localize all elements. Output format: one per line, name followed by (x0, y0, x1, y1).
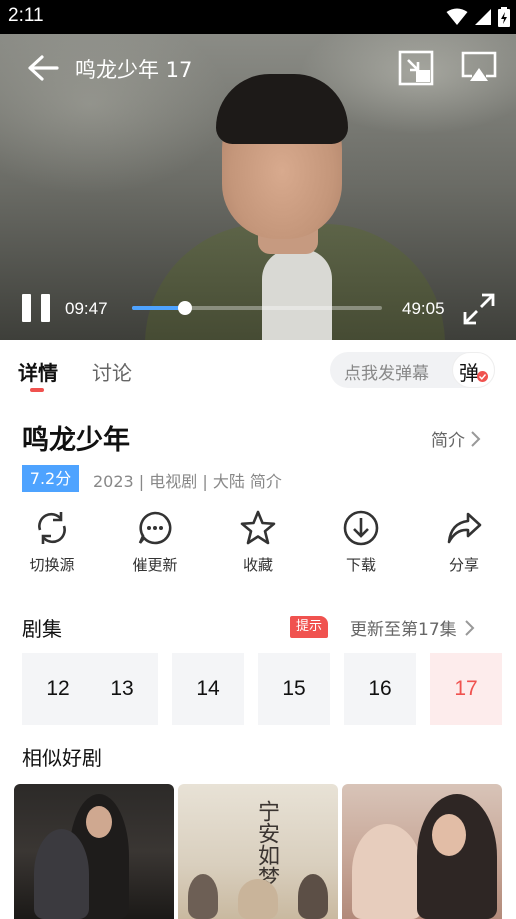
similar-poster[interactable] (342, 784, 502, 919)
poster-art (34, 829, 89, 919)
episode-item[interactable]: 14 (172, 653, 244, 725)
poster-title-art: 宁安如梦 (254, 800, 279, 888)
poster-art (352, 824, 422, 919)
tab-active-indicator (30, 388, 44, 392)
action-bar: 切换源 催更新 收藏 下载 分享 (0, 508, 516, 578)
video-player[interactable]: 鸣龙少年 17 09:47 49:05 (0, 34, 516, 340)
download-button[interactable]: 下载 (321, 508, 401, 578)
action-label: 下载 (345, 556, 376, 574)
pause-icon-bar (41, 294, 50, 322)
status-bar: 2:11 (0, 0, 516, 34)
poster-art (188, 874, 218, 919)
chevron-right-icon (464, 619, 475, 636)
episode-list: 12 13 14 15 16 17 (22, 653, 516, 725)
fullscreen-button[interactable] (462, 292, 496, 326)
status-time: 2:11 (8, 5, 44, 26)
download-icon (343, 510, 379, 546)
favorite-button[interactable]: 收藏 (218, 508, 298, 578)
update-status: 更新至第17集 (350, 620, 457, 640)
video-title: 鸣龙少年 17 (75, 58, 193, 82)
battery-icon (498, 7, 510, 27)
pause-button[interactable] (20, 292, 52, 324)
action-label: 分享 (448, 556, 479, 574)
score-badge: 7.2分 (22, 465, 79, 492)
cast-icon (461, 51, 497, 81)
episode-item[interactable]: 15 (258, 653, 330, 725)
episode-item-current[interactable]: 17 (430, 653, 502, 725)
chevron-right-icon (471, 430, 481, 447)
tab-discussion[interactable]: 讨论 (92, 357, 132, 386)
pip-button[interactable] (398, 50, 434, 86)
request-update-button[interactable]: 催更新 (115, 508, 195, 578)
progress-handle[interactable] (177, 301, 192, 315)
total-time: 49:05 (402, 299, 445, 318)
chat-icon (138, 511, 172, 545)
similar-poster[interactable] (14, 784, 174, 919)
wifi-icon (446, 8, 468, 25)
danmaku-toggle-button[interactable]: 弹 (452, 352, 495, 388)
arrow-left-icon (28, 55, 59, 81)
show-title: 鸣龙少年 (22, 425, 130, 456)
danmaku-placeholder: 点我发弹幕 (344, 364, 429, 384)
danmaku-input[interactable]: 点我发弹幕 弹 (330, 352, 495, 388)
hint-badge: 提示 (290, 616, 328, 638)
show-meta: 2023 | 电视剧 | 大陆 简介 (93, 472, 282, 491)
poster-art (238, 879, 278, 919)
current-time: 09:47 (65, 299, 108, 318)
check-icon (477, 371, 488, 382)
poster-art (417, 794, 497, 919)
tab-details[interactable]: 详情 (18, 357, 58, 386)
poster-art (86, 806, 112, 838)
video-figure-shirt (262, 249, 332, 340)
refresh-icon (38, 512, 66, 544)
share-button[interactable]: 分享 (424, 508, 504, 578)
similar-poster[interactable]: 宁安如梦 (178, 784, 338, 919)
poster-art (432, 814, 466, 856)
fullscreen-icon (463, 293, 495, 325)
episode-item[interactable]: 16 (344, 653, 416, 725)
signal-icon (475, 9, 491, 25)
status-icons (446, 7, 510, 27)
action-label: 收藏 (242, 556, 273, 574)
episode-item[interactable]: 12 (22, 653, 94, 725)
pause-icon (22, 294, 31, 322)
picture-in-picture-icon (398, 50, 434, 86)
intro-label: 简介 (431, 431, 465, 451)
intro-link[interactable]: 简介 (431, 426, 481, 451)
danmaku-button-label: 弹 (459, 361, 479, 385)
similar-heading: 相似好剧 (22, 746, 102, 770)
share-icon (447, 512, 482, 544)
star-icon (240, 510, 276, 545)
poster-art (298, 874, 328, 919)
switch-source-button[interactable]: 切换源 (12, 508, 92, 578)
back-button[interactable] (24, 52, 64, 84)
update-status-link[interactable]: 更新至第17集 (350, 615, 475, 640)
episode-item[interactable]: 13 (86, 653, 158, 725)
episodes-heading: 剧集 (22, 617, 62, 641)
progress-slider[interactable] (132, 301, 382, 315)
action-label: 催更新 (132, 556, 178, 574)
action-label: 切换源 (29, 556, 75, 574)
progress-fill (132, 306, 185, 310)
cast-button[interactable] (460, 50, 498, 86)
